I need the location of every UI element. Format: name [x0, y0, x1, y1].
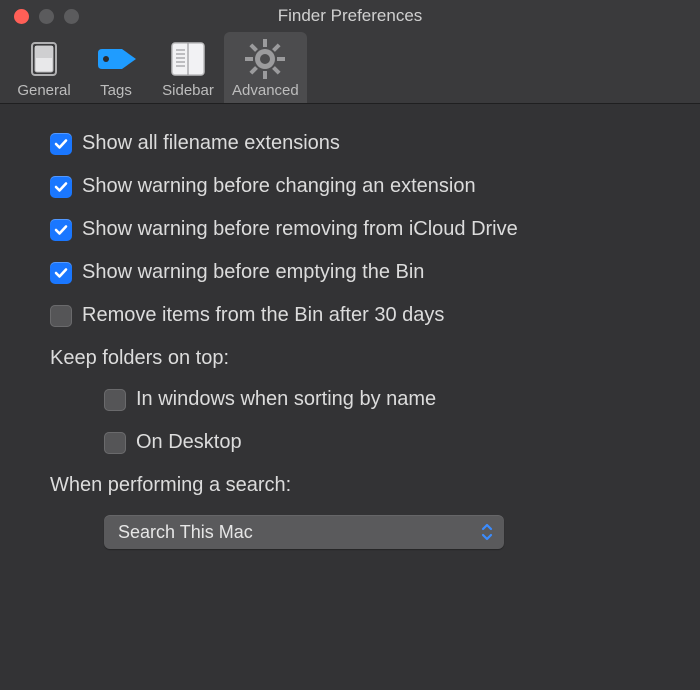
- tab-advanced[interactable]: Advanced: [224, 32, 307, 103]
- checkmark-icon: [54, 223, 68, 237]
- checkbox-warn-change-ext[interactable]: [50, 176, 72, 198]
- checkbox-warn-change-ext-label: Show warning before changing an extensio…: [82, 175, 476, 198]
- close-window-button[interactable]: [14, 9, 29, 24]
- tab-general[interactable]: General: [8, 32, 80, 103]
- checkbox-on-desktop[interactable]: [104, 432, 126, 454]
- tab-tags[interactable]: Tags: [80, 32, 152, 103]
- toolbar: General Tags Sidebar: [0, 32, 700, 104]
- tab-advanced-label: Advanced: [232, 82, 299, 99]
- checkbox-warn-empty-bin-label: Show warning before emptying the Bin: [82, 261, 424, 284]
- window-title: Finder Preferences: [0, 6, 700, 26]
- checkbox-warn-change-ext-row: Show warning before changing an extensio…: [50, 175, 660, 198]
- gear-icon: [237, 38, 293, 80]
- checkbox-show-extensions-row: Show all filename extensions: [50, 132, 660, 155]
- window-controls: [0, 9, 79, 24]
- search-header: When performing a search:: [50, 474, 660, 497]
- checkbox-on-desktop-row: On Desktop: [50, 431, 660, 454]
- minimize-window-button[interactable]: [39, 9, 54, 24]
- checkbox-remove-30-days[interactable]: [50, 305, 72, 327]
- checkbox-remove-30-days-row: Remove items from the Bin after 30 days: [50, 304, 660, 327]
- checkbox-show-extensions[interactable]: [50, 133, 72, 155]
- sidebar-icon: [160, 38, 216, 80]
- checkmark-icon: [54, 137, 68, 151]
- checkbox-show-extensions-label: Show all filename extensions: [82, 132, 340, 155]
- zoom-window-button[interactable]: [64, 9, 79, 24]
- checkmark-icon: [54, 180, 68, 194]
- checkmark-icon: [54, 266, 68, 280]
- checkbox-warn-empty-bin[interactable]: [50, 262, 72, 284]
- content-pane: Show all filename extensions Show warnin…: [0, 104, 700, 549]
- checkbox-in-windows-row: In windows when sorting by name: [50, 388, 660, 411]
- keep-folders-header: Keep folders on top:: [50, 347, 660, 370]
- titlebar: Finder Preferences: [0, 0, 700, 32]
- search-scope-selected: Search This Mac: [118, 522, 253, 543]
- tab-general-label: General: [17, 82, 70, 99]
- checkbox-warn-icloud-remove[interactable]: [50, 219, 72, 241]
- checkbox-on-desktop-label: On Desktop: [136, 431, 242, 454]
- checkbox-warn-icloud-remove-label: Show warning before removing from iCloud…: [82, 218, 518, 241]
- checkbox-in-windows[interactable]: [104, 389, 126, 411]
- tab-tags-label: Tags: [100, 82, 132, 99]
- checkbox-remove-30-days-label: Remove items from the Bin after 30 days: [82, 304, 444, 327]
- switch-icon: [16, 38, 72, 80]
- checkbox-warn-icloud-remove-row: Show warning before removing from iCloud…: [50, 218, 660, 241]
- chevron-up-down-icon: [478, 521, 496, 543]
- tag-icon: [88, 38, 144, 80]
- tab-sidebar[interactable]: Sidebar: [152, 32, 224, 103]
- checkbox-in-windows-label: In windows when sorting by name: [136, 388, 436, 411]
- tab-sidebar-label: Sidebar: [162, 82, 214, 99]
- search-scope-dropdown[interactable]: Search This Mac: [104, 515, 504, 549]
- checkbox-warn-empty-bin-row: Show warning before emptying the Bin: [50, 261, 660, 284]
